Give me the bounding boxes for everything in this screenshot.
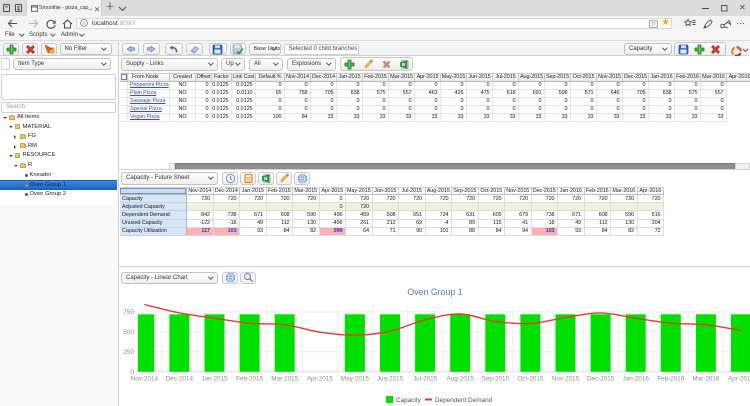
svg-text:Oven Group 1: Oven Group 1	[407, 287, 462, 297]
svg-text:Aug-2015: Aug-2015	[447, 376, 475, 383]
svg-text:Nov-2014: Nov-2014	[131, 376, 159, 383]
svg-text:Nov-2015: Nov-2015	[552, 376, 580, 383]
svg-text:Dec-2014: Dec-2014	[166, 376, 194, 383]
svg-text:250: 250	[123, 349, 134, 356]
svg-text:Dec-2015: Dec-2015	[587, 376, 615, 383]
svg-text:Jul-2015: Jul-2015	[413, 376, 438, 383]
svg-text:Jan-2016: Jan-2016	[623, 376, 650, 383]
svg-text:Dependent Demand: Dependent Demand	[435, 397, 493, 404]
svg-text:May-2015: May-2015	[341, 376, 369, 383]
svg-text:Apr-2016: Apr-2016	[728, 376, 750, 383]
svg-text:500: 500	[123, 329, 134, 336]
svg-text:Capacity: Capacity	[396, 397, 422, 404]
svg-text:Mar-2015: Mar-2015	[271, 376, 298, 383]
svg-text:Jun-2015: Jun-2015	[377, 376, 404, 383]
svg-text:Apr-2015: Apr-2015	[307, 376, 333, 383]
svg-text:Oct-2015: Oct-2015	[517, 376, 543, 383]
svg-text:Feb-2016: Feb-2016	[657, 376, 684, 383]
svg-text:Jan-2015: Jan-2015	[201, 376, 228, 383]
svg-text:Feb-2015: Feb-2015	[236, 376, 263, 383]
svg-text:Mar-2016: Mar-2016	[692, 376, 719, 383]
svg-text:750: 750	[123, 309, 134, 316]
svg-text:Sep-2015: Sep-2015	[482, 376, 510, 383]
